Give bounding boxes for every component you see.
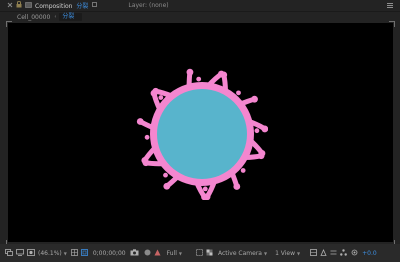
chevron-down-icon[interactable]: ▼ [64,251,67,256]
exposure-value[interactable]: +0.0 [362,250,377,257]
viewer-footer-toolbar: (46.1%) ▼ 0;00;00;00 Full ▼ Active Camer… [0,244,400,262]
network-icon[interactable] [340,248,348,258]
virus-spike-bud [240,168,246,173]
breadcrumb-item-current[interactable]: 分裂 [59,13,83,21]
snapshot-icon[interactable] [5,248,13,258]
virus-spike-tip [220,71,228,79]
resolution-select[interactable]: Full [167,250,177,257]
virus-spike-tip [186,68,194,76]
monitor-icon[interactable] [16,248,24,258]
camera-select[interactable]: Active Camera [218,250,262,257]
viewer-corner-marker [389,21,395,27]
virus-cell-graphic[interactable] [136,68,268,200]
timeline-icon[interactable] [330,249,337,258]
virus-body [157,89,247,179]
layout-icon[interactable] [310,248,318,258]
virus-spike-tip [163,182,171,190]
camera-icon[interactable] [130,248,139,258]
virus-spike-tip [136,118,144,125]
viewer-corner-marker [6,21,12,27]
layer-tab-label[interactable]: Layer: (none) [128,2,168,9]
virus-spike-bud [202,186,208,192]
chevron-down-icon[interactable]: ▼ [297,251,300,256]
close-icon[interactable] [7,2,13,10]
transparency-grid-icon[interactable] [206,249,213,258]
region-icon[interactable] [196,248,203,258]
fast-preview-icon[interactable] [320,248,327,258]
virus-spike-tip [152,87,160,95]
grid-icon[interactable] [70,248,78,258]
composition-tab-name: 分裂 [76,3,89,10]
reset-exposure-icon[interactable] [351,249,358,258]
view-layout-select[interactable]: 1 View [275,250,295,257]
virus-spike-bud [144,134,150,140]
timecode[interactable]: 0;00;00;00 [93,250,126,257]
chevron-down-icon[interactable]: ▼ [179,251,182,256]
breadcrumb-item-cell[interactable]: Cell_00000 [17,14,50,21]
breadcrumb-separator: ‹ [54,14,57,20]
virus-spike-tip [261,125,268,133]
virus-spike-bud [163,172,168,178]
breadcrumb: Cell_00000 ‹ 分裂 [0,11,400,22]
zoom-level[interactable]: (46.1%) [38,250,62,257]
composition-tab[interactable]: Composition 分裂 [35,1,88,10]
panel-tab-bar: Composition 分裂 Layer: (none) [0,0,400,11]
show-snapshot-icon[interactable] [144,249,151,258]
panel-menu-icon[interactable] [92,2,98,9]
virus-spike-tip [257,152,265,160]
composition-tab-label: Composition [35,3,73,10]
composition-icon [25,1,32,10]
virus-spike-bud [158,95,164,100]
virus-spike-bud [196,76,202,82]
virus-spike-tip [233,183,241,190]
color-icon[interactable] [154,249,161,258]
hamburger-menu-icon[interactable] [387,3,393,9]
lock-icon[interactable] [16,0,22,10]
chevron-down-icon[interactable]: ▼ [264,251,267,256]
virus-spike-bud [236,90,241,96]
safe-zones-icon[interactable] [80,248,88,258]
virus-spike-tip [251,95,258,103]
virus-spike-tip [141,157,149,164]
mask-icon[interactable] [27,248,35,258]
virus-spike-bud [254,128,260,134]
